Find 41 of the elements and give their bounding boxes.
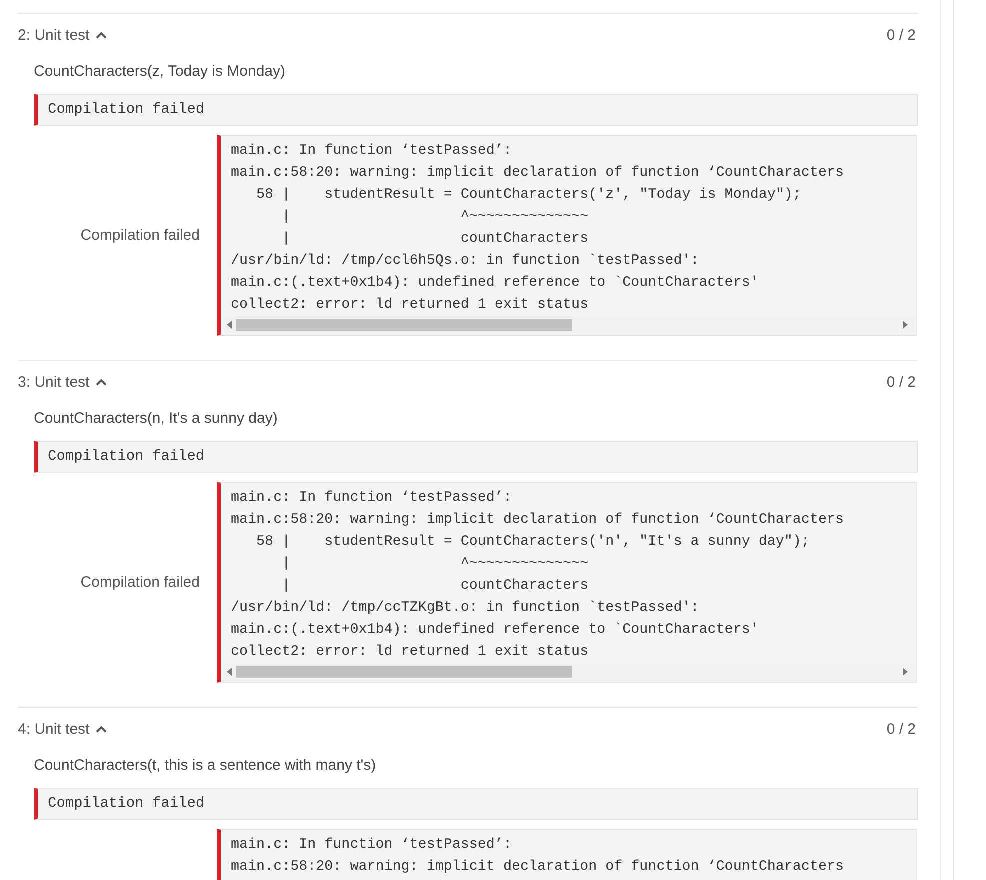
scroll-left-icon[interactable] — [227, 668, 232, 676]
test-score: 0 / 2 — [886, 720, 916, 738]
chevron-up-icon — [96, 32, 107, 38]
output-label: Compilation failed — [80, 227, 200, 244]
compiler-output-line: /usr/bin/ld: /tmp/ccl6h5Qs.o: in function `testPassed': — [231, 252, 700, 271]
test-description: CountCharacters(t, this is a sentence with many t's) — [34, 757, 378, 774]
scrollbar-thumb[interactable] — [236, 666, 572, 678]
test-header-toggle[interactable]: 2: Unit test — [18, 26, 107, 44]
scroll-right-icon[interactable] — [903, 321, 908, 329]
compiler-output-line: main.c: In function ‘testPassed’: — [231, 489, 513, 508]
compiler-output-line: main.c:(.text+0x1b4): undefined reference to `CountCharacters' — [231, 274, 760, 293]
chevron-up-icon — [96, 726, 107, 732]
scroll-left-icon[interactable] — [227, 321, 232, 329]
test-score: 0 / 2 — [886, 26, 916, 44]
compiler-output-line: /usr/bin/ld: /tmp/ccTZKgBt.o: in function `testPassed': — [231, 599, 700, 618]
scroll-right-icon[interactable] — [903, 668, 908, 676]
compilation-status-banner: Compilation failed — [34, 94, 918, 126]
test-header-toggle[interactable]: 3: Unit test — [18, 374, 107, 390]
compiler-output-line: collect2: error: ld returned 1 exit status — [231, 643, 590, 662]
compiler-output-line: | ^~~~~~~~~~~~~~~ — [281, 555, 590, 574]
compiler-output-line: main.c:58:20: warning: implicit declaration of function ‘CountCharacters — [231, 511, 845, 530]
compiler-output-line: | countCharacters — [281, 577, 590, 596]
scrollbar-thumb[interactable] — [236, 319, 572, 331]
test-score: 0 / 2 — [886, 374, 916, 390]
output-label: Compilation failed — [80, 574, 200, 591]
compiler-output-line: 58 | studentResult = CountCharacters('z', "Today is Monday"); — [256, 186, 802, 205]
compiler-output-line: main.c:58:20: warning: implicit declaration of function ‘CountCharacters — [231, 858, 845, 877]
compiler-output-line: | ^~~~~~~~~~~~~~~ — [281, 208, 590, 227]
compiler-output-line: collect2: error: ld returned 1 exit status — [231, 296, 590, 315]
test-description: CountCharacters(z, Today is Monday) — [34, 63, 286, 80]
test-header-toggle[interactable]: 4: Unit test — [18, 720, 107, 738]
compilation-status-banner: Compilation failed — [34, 788, 918, 820]
compiler-output-line: main.c:58:20: warning: implicit declaration of function ‘CountCharacters — [231, 164, 845, 183]
compiler-output-line: | countCharacters — [281, 230, 590, 249]
compilation-status-banner: Compilation failed — [34, 441, 918, 473]
compiler-output-line: 58 | studentResult = CountCharacters('n', "It's a sunny day"); — [256, 533, 811, 552]
compiler-output-line: main.c:(.text+0x1b4): undefined reference to `CountCharacters' — [231, 621, 760, 640]
chevron-up-icon — [96, 378, 107, 386]
test-description: CountCharacters(n, It's a sunny day) — [34, 410, 279, 427]
compiler-output-line: main.c: In function ‘testPassed’: — [231, 142, 513, 161]
compiler-output-line: main.c: In function ‘testPassed’: — [231, 836, 513, 855]
